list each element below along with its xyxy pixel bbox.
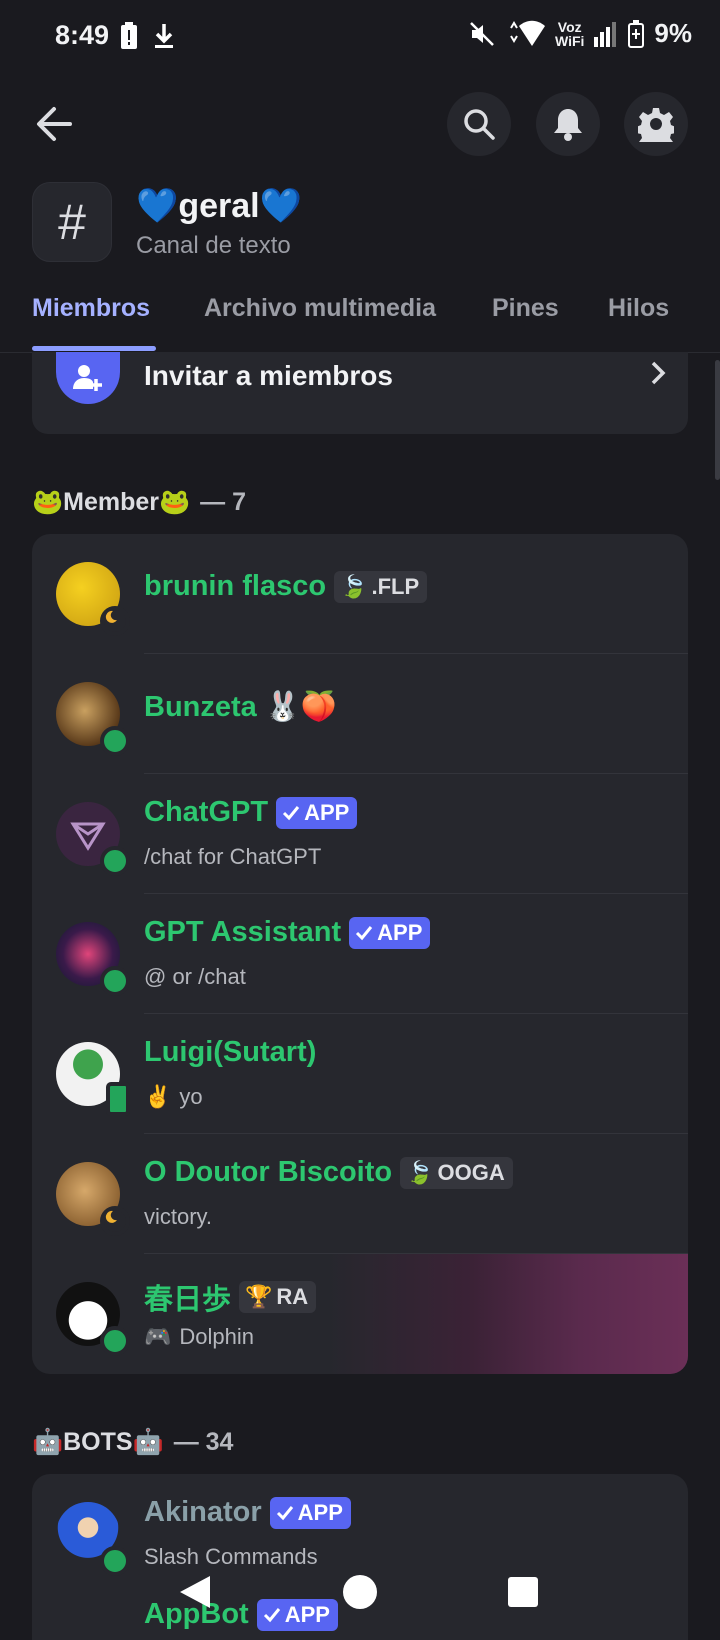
list-item[interactable]: ChatGPT APP /chat for ChatGPT	[32, 774, 688, 894]
check-icon	[356, 925, 373, 940]
member-name: 春日歩	[144, 1284, 232, 1316]
member-name: Bunzeta	[144, 690, 257, 723]
tab-pines[interactable]: Pines	[492, 294, 559, 323]
member-status: yo	[179, 1084, 203, 1109]
app-badge: APP	[276, 796, 358, 829]
tab-bar: Miembros Archivo multimedia Pines Hilos	[0, 282, 720, 353]
search-icon	[464, 109, 495, 140]
add-user-icon	[56, 352, 120, 404]
guild-tag: 🏆 RA	[239, 1281, 317, 1313]
member-name: brunin flasco	[144, 570, 327, 602]
battery-percent: 9%	[654, 18, 692, 48]
scrollbar[interactable]	[715, 360, 720, 480]
member-name: GPT Assistant	[144, 916, 342, 948]
profile-banner	[328, 1254, 688, 1374]
app-badge: APP	[349, 916, 431, 949]
list-item[interactable]: O Doutor Biscoito 🍃 OOGA victory.	[32, 1134, 688, 1254]
member-status: victory.	[144, 1204, 213, 1229]
member-status: @ or /chat	[144, 964, 246, 989]
nav-back-icon[interactable]	[178, 1574, 212, 1610]
idle-status-icon	[100, 1206, 130, 1236]
mobile-status-icon	[106, 1082, 130, 1116]
mute-icon	[470, 21, 494, 46]
channel-header: # 💙geral💙 Canal de texto	[32, 182, 692, 262]
status-bar: 8:49 Voz WiFi 9%	[0, 0, 720, 72]
app-badge: APP	[269, 1496, 351, 1529]
notifications-button[interactable]	[536, 92, 600, 156]
hash-icon: #	[32, 182, 112, 262]
wifi-icon	[510, 20, 545, 46]
bell-icon	[554, 109, 582, 141]
battery-alert-icon	[121, 22, 137, 49]
section-count: — 7	[200, 488, 246, 516]
list-item[interactable]: GPT Assistant APP @ or /chat	[32, 894, 688, 1014]
arrow-left-icon	[37, 107, 72, 141]
system-nav-bar	[0, 1560, 720, 1630]
online-status-icon	[100, 846, 130, 876]
tab-miembros[interactable]: Miembros	[32, 294, 150, 323]
online-status-icon	[100, 1326, 130, 1356]
signal-icon	[594, 21, 617, 47]
section-title: 🤖BOTS🤖	[32, 1428, 164, 1456]
chevron-right-icon	[648, 358, 668, 396]
member-status: /chat for ChatGPT	[144, 844, 322, 869]
section-title: 🐸Member🐸	[32, 488, 191, 516]
invite-label: Invitar a miembros	[144, 360, 393, 391]
member-status: Dolphin	[179, 1324, 255, 1349]
section-header-bots: 🤖BOTS🤖 — 34	[32, 1428, 233, 1457]
member-name: O Doutor Biscoito	[144, 1156, 393, 1188]
name-emoji: 🐰🍑	[264, 691, 338, 723]
gear-icon	[638, 108, 674, 142]
online-status-icon	[100, 726, 130, 756]
active-tab-indicator	[32, 346, 156, 351]
search-button[interactable]	[447, 92, 511, 156]
check-icon	[283, 805, 300, 820]
idle-status-icon	[100, 606, 130, 636]
member-name: Akinator	[144, 1496, 262, 1528]
tab-archivo-multimedia[interactable]: Archivo multimedia	[204, 294, 436, 323]
list-item[interactable]: Bunzeta 🐰🍑	[32, 654, 688, 774]
download-icon	[155, 24, 173, 48]
member-name: Luigi(Sutart)	[144, 1036, 317, 1068]
back-button[interactable]	[30, 98, 82, 150]
online-status-icon	[100, 966, 130, 996]
guild-tag: 🍃 OOGA	[400, 1156, 513, 1189]
member-name: ChatGPT	[144, 796, 269, 828]
member-list: brunin flasco 🍃 .FLP Bunzeta 🐰🍑 ChatGPT APP …	[32, 534, 688, 1374]
status-emoji: ✌️	[144, 1084, 172, 1109]
nav-recents-icon[interactable]	[507, 1576, 539, 1608]
channel-name: 💙geral💙	[136, 187, 302, 225]
status-time: 8:49	[55, 20, 110, 50]
section-count: — 34	[173, 1428, 234, 1456]
check-icon	[276, 1505, 293, 1520]
settings-button[interactable]	[624, 92, 688, 156]
channel-type: Canal de texto	[136, 232, 291, 259]
list-item[interactable]: 春日歩 🏆 RA 🎮 Dolphin	[32, 1254, 688, 1374]
gamepad-icon: 🎮	[144, 1324, 172, 1349]
battery-icon	[628, 19, 645, 48]
top-bar	[0, 88, 720, 160]
list-item[interactable]: brunin flasco 🍃 .FLP	[32, 534, 688, 654]
nav-home-icon[interactable]	[342, 1574, 378, 1610]
guild-tag: 🍃 .FLP	[334, 570, 428, 603]
invite-members-row[interactable]: Invitar a miembros	[32, 352, 688, 434]
list-item[interactable]: Luigi(Sutart) ✌️ yo	[32, 1014, 688, 1134]
tab-hilos[interactable]: Hilos	[608, 294, 669, 323]
voz-wifi-indicator: Voz WiFi	[555, 18, 585, 49]
section-header-members: 🐸Member🐸 — 7	[32, 488, 246, 517]
